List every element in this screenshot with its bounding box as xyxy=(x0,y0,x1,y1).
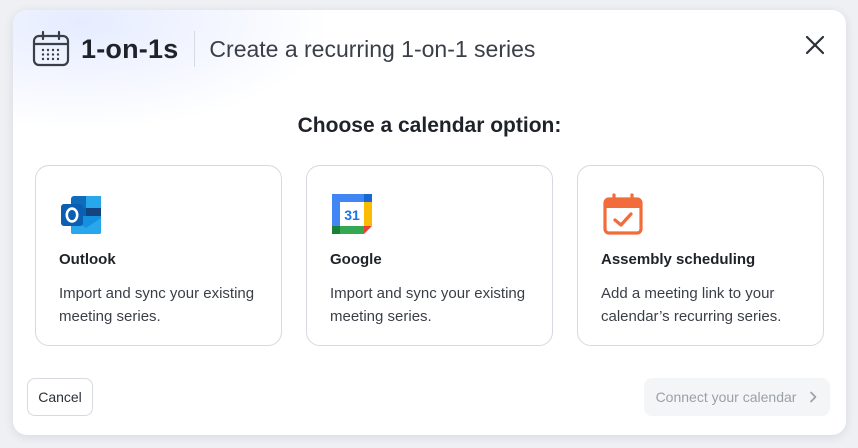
close-icon xyxy=(805,35,825,55)
choose-calendar-heading: Choose a calendar option: xyxy=(297,114,562,137)
outlook-option-title: Outlook xyxy=(59,251,116,268)
cancel-button[interactable]: Cancel xyxy=(27,378,93,416)
google-option-title: Google xyxy=(330,251,382,268)
dialog-header: 1-on-1s Create a recurring 1-on-1 series xyxy=(31,28,535,70)
assembly-scheduling-option-card[interactable]: Assembly scheduling Add a meeting link t… xyxy=(577,165,824,346)
chevron-right-icon xyxy=(808,391,818,403)
close-button[interactable] xyxy=(800,30,830,60)
google-calendar-date: 31 xyxy=(344,207,360,223)
connect-calendar-label: Connect your calendar xyxy=(655,389,797,405)
outlook-option-card[interactable]: Outlook Import and sync your existing me… xyxy=(35,165,282,346)
calendar-option-dialog: 1-on-1s Create a recurring 1-on-1 series… xyxy=(13,10,846,435)
google-calendar-icon: 31 xyxy=(332,194,372,234)
dialog-title: 1-on-1s xyxy=(81,33,179,64)
assembly-calendar-icon xyxy=(603,193,643,235)
header-divider xyxy=(194,31,196,67)
assembly-option-title: Assembly scheduling xyxy=(601,251,756,268)
calendar-icon xyxy=(32,30,70,67)
google-option-card[interactable]: 31 Google Import and sync your existing … xyxy=(306,165,553,346)
google-option-description: Import and sync your existing meeting se… xyxy=(330,285,526,325)
outlook-icon xyxy=(61,196,101,234)
dialog-subtitle: Create a recurring 1-on-1 series xyxy=(209,35,536,62)
outlook-option-description: Import and sync your existing meeting se… xyxy=(59,285,255,325)
connect-calendar-button[interactable]: Connect your calendar xyxy=(644,378,830,416)
calendar-options: Outlook Import and sync your existing me… xyxy=(35,165,824,346)
assembly-option-description: Add a meeting link to your calendar’s re… xyxy=(601,285,782,325)
